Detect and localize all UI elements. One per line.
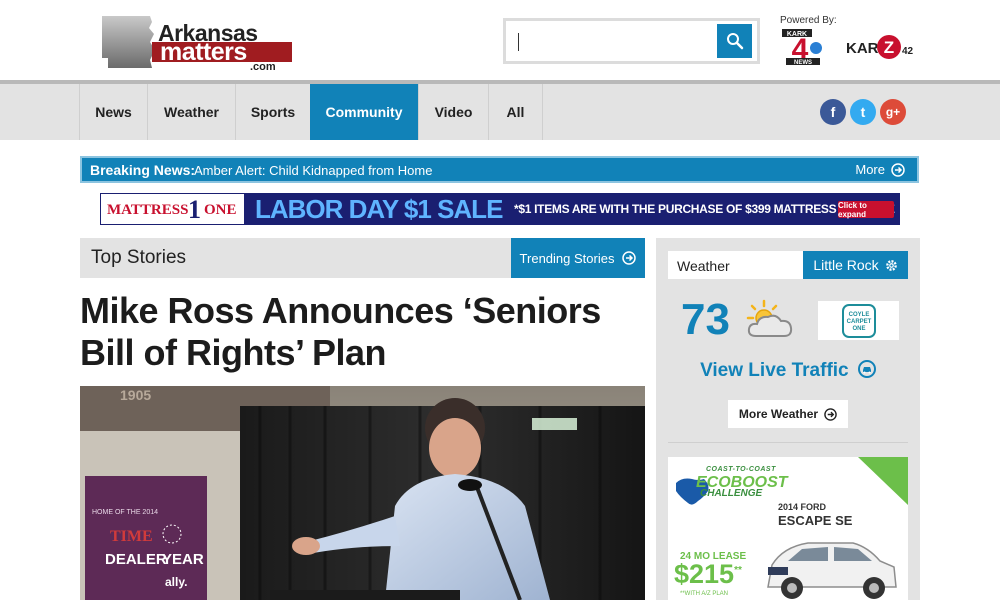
photo-year-sign: 1905 <box>120 387 151 403</box>
powered-by-label: Powered By: <box>780 15 837 26</box>
page: Arkansas matters .com Powered By: KARK 4 <box>0 0 1000 600</box>
car-ad-line1: COAST-TO-COAST <box>706 466 776 473</box>
car-ad-price-value: $215 <box>674 559 735 589</box>
ad-brand-part1: MATTRESS <box>107 202 189 218</box>
kark-bottom-text: NEWS <box>794 60 812 66</box>
city-selector-button[interactable]: Little Rock <box>803 251 908 279</box>
photo-banner-dealer: DEALER <box>105 551 167 568</box>
text-caret <box>518 33 519 51</box>
arrow-circle-right-icon <box>891 162 905 177</box>
breaking-more-label: More <box>855 162 885 177</box>
top-stories-header: Top Stories Trending Stories <box>80 238 645 278</box>
city-label: Little Rock <box>813 257 879 273</box>
search-input[interactable] <box>512 26 712 56</box>
car-ad-model-year: 2014 FORD <box>778 502 827 512</box>
karz-42-logo[interactable]: KAR Z 42 <box>845 34 920 60</box>
search-button[interactable] <box>717 24 752 58</box>
main-nav: News Weather Sports Community Video All … <box>0 80 1000 140</box>
car-ad-line3: CHALLENGE <box>700 488 763 499</box>
weather-tab: Weather <box>668 251 803 279</box>
breaking-more-button[interactable]: More <box>855 162 905 177</box>
coyle-carpet-sponsor[interactable]: COYLE CARPET ONE <box>818 301 899 340</box>
temperature-value: 73 <box>681 295 730 344</box>
arrow-circle-right-icon <box>824 407 837 421</box>
article-photo[interactable]: 1905 HOME OF THE 2014 TIME DEALER YEAR a… <box>80 386 645 600</box>
nav-item-sports[interactable]: Sports <box>235 84 310 140</box>
sponsor-line1: COYLE <box>848 312 869 318</box>
sidebar-divider <box>668 442 908 443</box>
facebook-icon[interactable]: f <box>820 99 846 125</box>
photo-banner-time: TIME <box>110 528 153 545</box>
more-weather-label: More Weather <box>738 407 819 421</box>
karz-text: KAR <box>846 40 879 57</box>
car-ad-fine-print: **WITH A/Z PLAN <box>680 591 729 597</box>
kark-4-news-logo[interactable]: KARK 4 NEWS <box>780 28 826 66</box>
karz-number: 42 <box>902 46 914 57</box>
sponsor-line2: CARPET <box>846 319 871 325</box>
karz-z: Z <box>884 38 894 57</box>
arkansas-map-icon <box>102 16 155 68</box>
sponsor-line3: ONE <box>852 326 865 332</box>
photo-banner-brand: ally. <box>165 575 187 589</box>
top-stories-label: Top Stories <box>91 247 187 268</box>
photo-banner-year: YEAR <box>162 551 204 568</box>
car-ad-price-suffix: ** <box>734 565 742 576</box>
nav-item-video[interactable]: Video <box>418 84 488 140</box>
article-headline[interactable]: Mike Ross Announces ‘Seniors Bill of Rig… <box>80 290 645 374</box>
breaking-news-link[interactable]: Amber Alert: Child Kidnapped from Home <box>194 163 432 178</box>
ford-escape-ad[interactable]: COAST-TO-COAST ECOBOOST CHALLENGE 2014 F… <box>668 457 908 600</box>
article-photo-image: 1905 HOME OF THE 2014 TIME DEALER YEAR a… <box>80 386 645 600</box>
view-live-traffic-link[interactable]: View Live Traffic <box>656 360 920 382</box>
coyle-carpet-logo: COYLE CARPET ONE <box>841 303 876 338</box>
trending-stories-label: Trending Stories <box>519 250 615 266</box>
breaking-news-label: Breaking News: <box>90 162 196 178</box>
weather-sidebar: Weather Little Rock 73 COYLE CARPET ONE <box>656 238 920 600</box>
partly-cloudy-icon <box>746 299 793 337</box>
ad-brand-number: 1 <box>188 195 201 224</box>
search-icon <box>726 33 743 50</box>
nav-item-weather[interactable]: Weather <box>147 84 235 140</box>
header: Arkansas matters .com Powered By: KARK 4 <box>0 0 1000 80</box>
gear-icon <box>885 259 897 271</box>
logo-word-com: .com <box>250 61 276 73</box>
site-logo[interactable]: Arkansas matters .com <box>100 14 295 73</box>
nav-item-news[interactable]: News <box>79 84 147 140</box>
ad-headline: LABOR DAY $1 SALE <box>255 194 503 224</box>
ad-expand-button[interactable]: Click to expand <box>838 201 894 219</box>
nav-item-all[interactable]: All <box>488 84 543 140</box>
ad-brand-part2: ONE <box>204 202 237 218</box>
twitter-icon[interactable]: t <box>850 99 876 125</box>
mattress-one-logo: MATTRESS 1 ONE <box>100 193 245 225</box>
logo-word-matters: matters <box>160 38 247 66</box>
car-circle-icon <box>857 360 876 378</box>
google-plus-icon[interactable]: g+ <box>880 99 906 125</box>
photo-banner-small: HOME OF THE 2014 <box>92 509 158 516</box>
car-ad-model: ESCAPE SE <box>778 513 853 528</box>
breaking-news-bar: Breaking News: Amber Alert: Child Kidnap… <box>80 156 919 183</box>
search-box <box>503 18 760 64</box>
car-ad-price: $215** <box>674 559 742 590</box>
more-weather-button[interactable]: More Weather <box>728 400 848 428</box>
nav-item-community[interactable]: Community <box>310 84 418 140</box>
arrow-circle-right-icon <box>622 251 637 265</box>
mattress-one-ad-banner[interactable]: MATTRESS 1 ONE LABOR DAY $1 SALE *$1 ITE… <box>100 193 900 225</box>
trending-stories-button[interactable]: Trending Stories <box>511 238 645 278</box>
traffic-label: View Live Traffic <box>700 360 849 381</box>
